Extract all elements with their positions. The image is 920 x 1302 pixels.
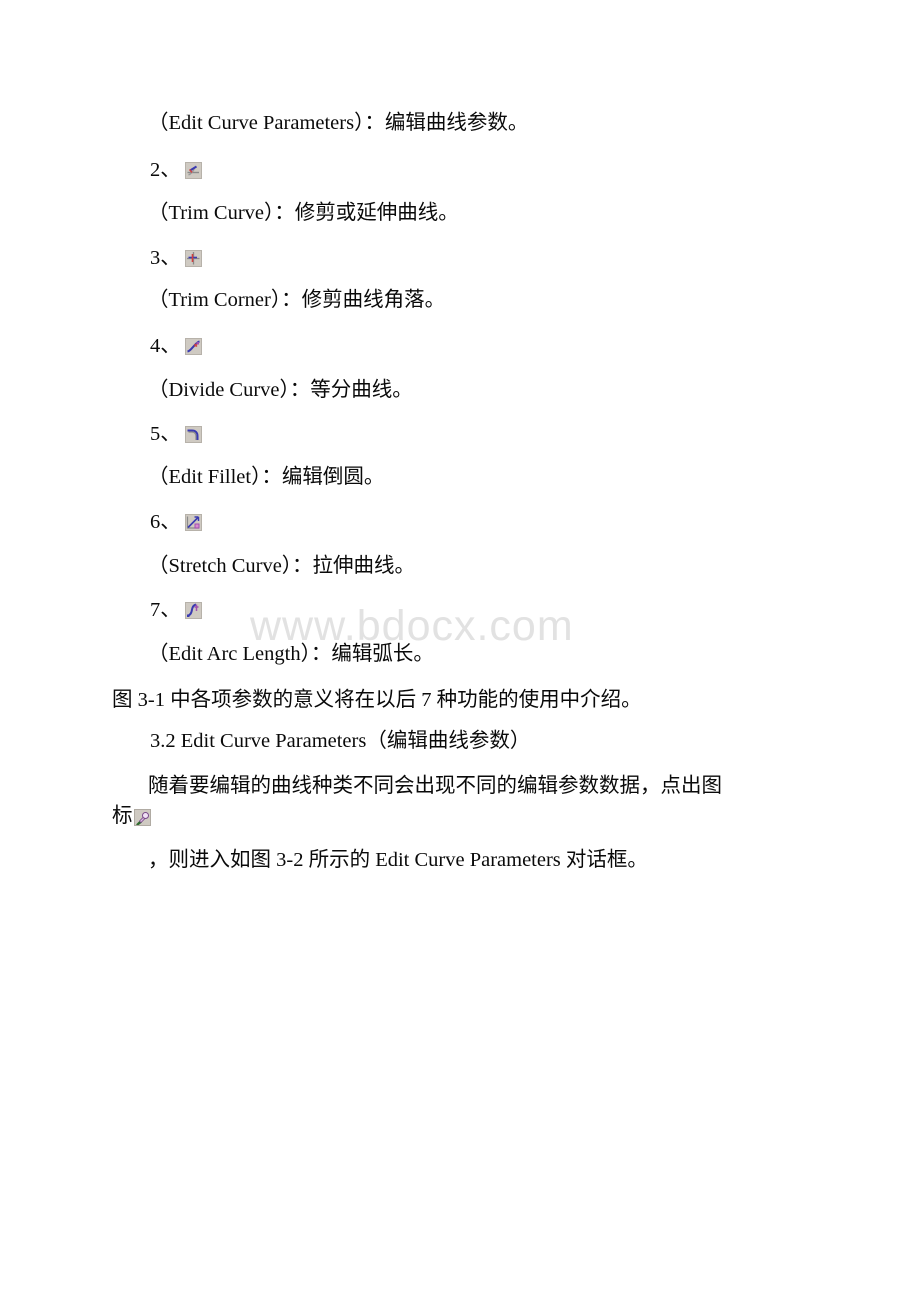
list-item-number-6: 6、 xyxy=(150,511,181,533)
body-paragraph-line-2: 标 xyxy=(112,806,151,827)
list-item-5: 5、 xyxy=(150,424,202,445)
list-item-number-7: 7、 xyxy=(150,599,181,621)
list-item-caption-4: （Divide Curve）：等分曲线。 xyxy=(148,379,413,401)
list-item-caption-6: （Stretch Curve）：拉伸曲线。 xyxy=(148,555,416,577)
list-item-number-2: 2、 xyxy=(150,159,181,181)
edit-curve-parameters-icon[interactable] xyxy=(133,809,151,826)
list-item-number-5: 5、 xyxy=(150,423,181,445)
figure-note: 图 3-1 中各项参数的意义将在以后 7 种功能的使用中介绍。 xyxy=(112,689,642,711)
list-item-caption-7: （Edit Arc Length）：编辑弧长。 xyxy=(148,643,434,665)
body-paragraph-line-1: 随着要编辑的曲线种类不同会出现不同的编辑参数数据，点出图 xyxy=(148,775,722,797)
body-paragraph-line-3: ，则进入如图 3-2 所示的 Edit Curve Parameters 对话框… xyxy=(148,849,648,871)
list-item-2: 2、 xyxy=(150,160,202,181)
list-item-caption-5: （Edit Fillet）：编辑倒圆。 xyxy=(148,466,385,488)
body-paragraph-line-2-text: 标 xyxy=(112,805,133,827)
stretch-curve-icon[interactable] xyxy=(184,514,202,531)
section-heading: 3.2 Edit Curve Parameters（编辑曲线参数） xyxy=(150,730,531,752)
list-item-caption-3: （Trim Corner）：修剪曲线角落。 xyxy=(148,289,446,311)
list-item-caption-2: （Trim Curve）：修剪或延伸曲线。 xyxy=(148,202,459,224)
divide-curve-icon[interactable] xyxy=(184,338,202,355)
edit-arc-length-icon[interactable] xyxy=(184,602,202,619)
list-item-caption-1: （Edit Curve Parameters）：编辑曲线参数。 xyxy=(148,112,529,134)
trim-curve-icon[interactable] xyxy=(184,162,202,179)
trim-corner-icon[interactable] xyxy=(184,250,202,267)
list-item-7: 7、 xyxy=(150,600,202,621)
list-item-6: 6、 xyxy=(150,512,202,533)
edit-fillet-icon[interactable] xyxy=(184,426,202,443)
list-item-3: 3、 xyxy=(150,248,202,269)
list-item-number-3: 3、 xyxy=(150,247,181,269)
list-item-number-4: 4、 xyxy=(150,335,181,357)
document-page: www.bdocx.com （Edit Curve Parameters）：编辑… xyxy=(0,0,920,1302)
list-item-4: 4、 xyxy=(150,336,202,357)
